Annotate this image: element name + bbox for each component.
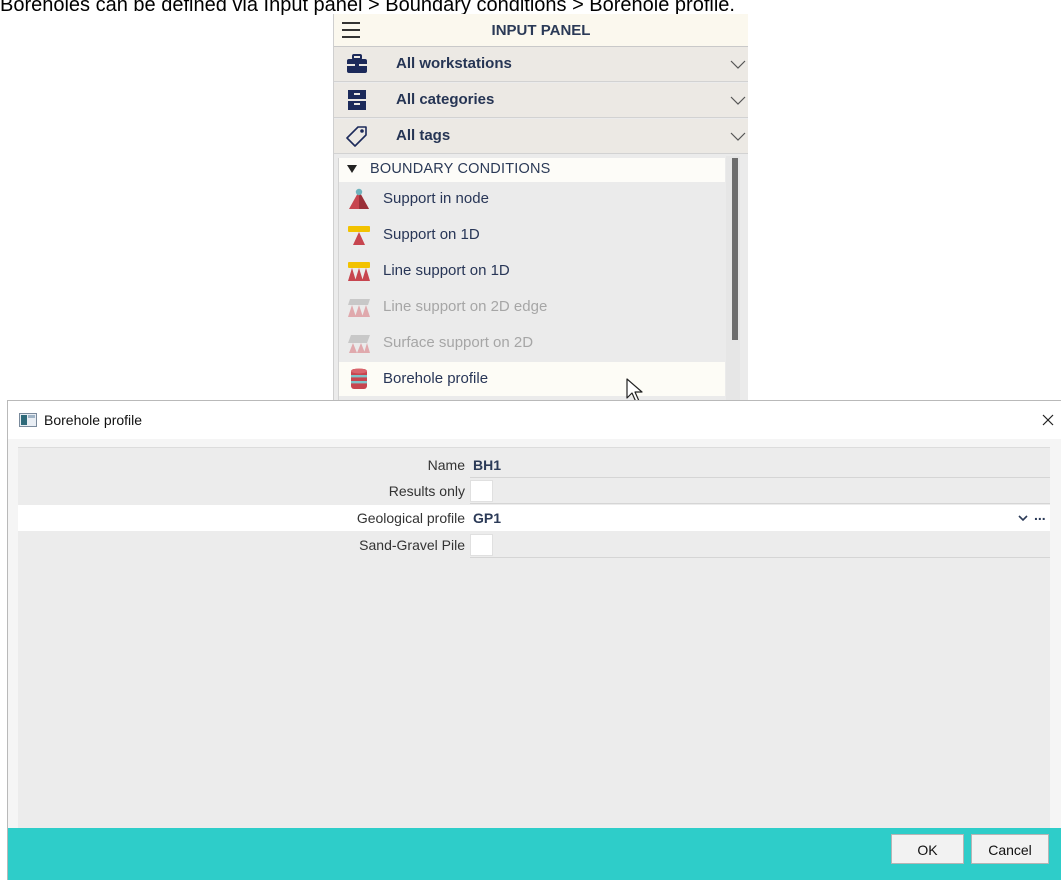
sand-gravel-pile-checkbox[interactable] [470, 534, 493, 556]
chevron-down-icon[interactable] [730, 128, 746, 144]
item-label: Support in node [383, 190, 489, 207]
support-on-1d-icon [348, 226, 370, 245]
panel-title: INPUT PANEL [491, 22, 591, 39]
filter-tags-label: All tags [396, 127, 451, 144]
tag-icon [346, 126, 367, 147]
dialog-footer: OK Cancel [8, 828, 1061, 880]
filter-workstations-label: All workstations [396, 55, 512, 72]
filter-categories[interactable]: All categories [334, 83, 748, 118]
item-label: Surface support on 2D [383, 334, 534, 351]
item-label: Borehole profile [383, 370, 489, 387]
item-label: Support on 1D [383, 226, 480, 243]
prop-row-sand-gravel-pile: Sand-Gravel Pile [18, 532, 1050, 558]
row-divider [470, 503, 1050, 504]
surface-support-2d-icon [348, 335, 370, 353]
input-panel: INPUT PANEL All workstations All categor… [333, 14, 748, 400]
row-divider [470, 557, 1050, 558]
item-label: Line support on 2D edge [383, 298, 548, 315]
chevron-down-icon[interactable] [730, 92, 746, 108]
prop-label-sand-gravel-pile: Sand-Gravel Pile [359, 537, 465, 553]
item-support-in-node[interactable]: Support in node [339, 182, 725, 216]
ok-button[interactable]: OK [891, 834, 964, 864]
prop-label-results-only: Results only [388, 483, 465, 499]
close-icon[interactable] [1034, 406, 1061, 434]
borehole-profile-dialog: Borehole profile Name BH1 Results only G… [7, 400, 1061, 880]
property-grid: Name BH1 Results only Geological profile… [18, 447, 1050, 828]
line-support-2d-edge-icon [348, 299, 370, 317]
filter-categories-label: All categories [396, 91, 495, 108]
chevron-down-icon[interactable] [730, 56, 746, 72]
collapse-triangle-icon[interactable] [347, 165, 357, 173]
prop-label-geological-profile: Geological profile [356, 510, 465, 526]
line-support-1d-icon [348, 262, 370, 281]
prop-row-name: Name BH1 [18, 452, 1050, 478]
item-label: Line support on 1D [383, 262, 510, 279]
panel-scrollbar-thumb[interactable] [732, 158, 738, 340]
geological-profile-select[interactable]: GP1 [473, 510, 501, 526]
dialog-titlebar[interactable]: Borehole profile [8, 401, 1061, 439]
item-line-support-1d[interactable]: Line support on 1D [339, 254, 725, 288]
prop-label-name: Name [427, 457, 465, 473]
filter-tags[interactable]: All tags [334, 119, 748, 154]
borehole-icon [351, 368, 367, 389]
dialog-title: Borehole profile [44, 412, 143, 428]
item-surface-support-2d[interactable]: Surface support on 2D [339, 326, 725, 360]
item-borehole-profile[interactable]: Borehole profile [339, 362, 725, 396]
prop-row-geological-profile[interactable]: Geological profile GP1 ... [18, 505, 1050, 531]
input-panel-tree: BOUNDARY CONDITIONS Support in node Supp… [338, 158, 725, 400]
name-field[interactable]: BH1 [473, 457, 501, 473]
more-options-button[interactable]: ... [1034, 507, 1046, 523]
results-only-checkbox[interactable] [470, 480, 493, 502]
item-line-support-2d-edge[interactable]: Line support on 2D edge [339, 290, 725, 324]
group-boundary-conditions[interactable]: BOUNDARY CONDITIONS [339, 158, 725, 182]
support-in-node-icon [349, 188, 369, 209]
filter-workstations[interactable]: All workstations [334, 47, 748, 82]
item-support-on-1d[interactable]: Support on 1D [339, 218, 725, 252]
drawers-icon [348, 90, 366, 110]
dropdown-arrow-icon[interactable] [1017, 513, 1029, 523]
group-label: BOUNDARY CONDITIONS [370, 161, 551, 177]
prop-row-results-only: Results only [18, 478, 1050, 504]
window-app-icon [19, 413, 37, 427]
cancel-button[interactable]: Cancel [971, 834, 1049, 864]
toolbox-icon [347, 54, 367, 73]
input-panel-header: INPUT PANEL [334, 14, 748, 47]
